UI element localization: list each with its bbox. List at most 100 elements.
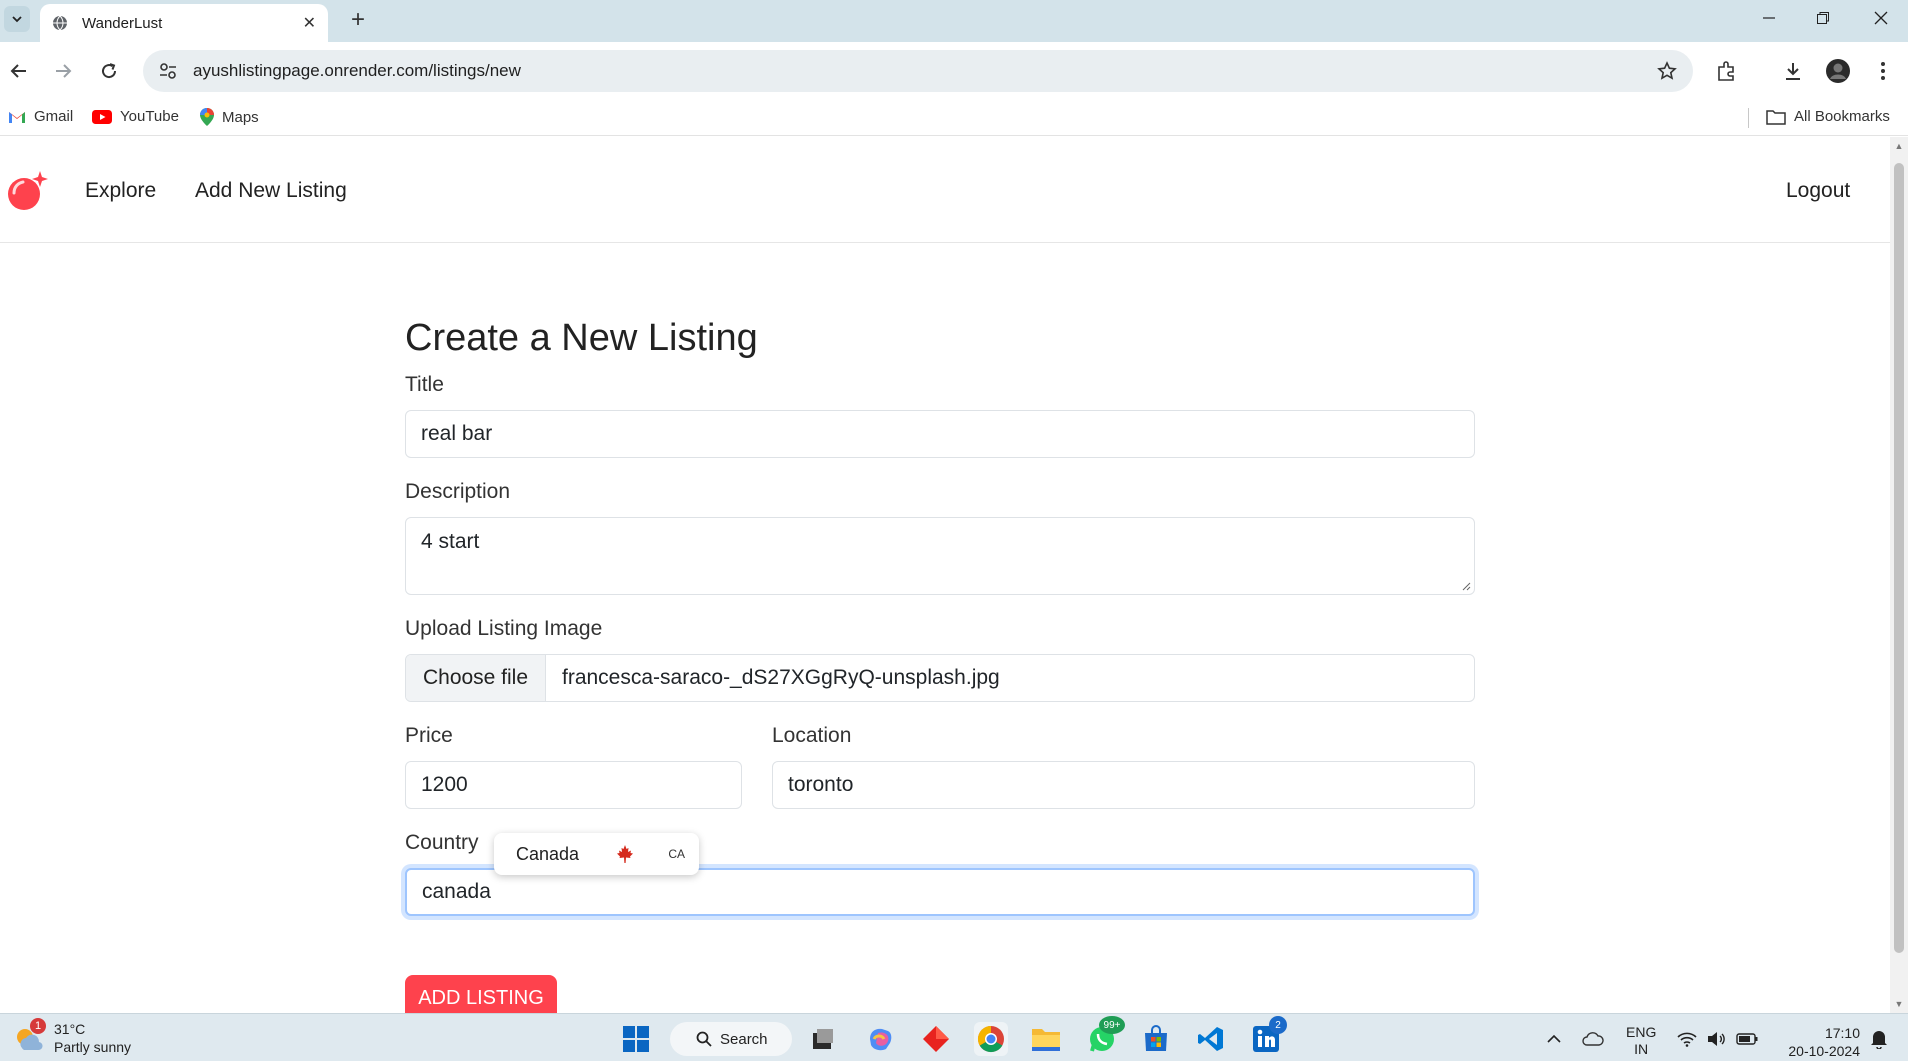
close-window-button[interactable]	[1854, 0, 1908, 36]
globe-icon	[53, 15, 67, 31]
task-view-icon	[813, 1029, 833, 1049]
title-input-value: real bar	[421, 422, 493, 445]
country-input[interactable]: canada	[405, 868, 1475, 916]
choose-file-button[interactable]: Choose file	[406, 655, 546, 701]
page-scrollbar[interactable]: ▲ ▼	[1890, 137, 1908, 1013]
all-bookmarks-label: All Bookmarks	[1794, 108, 1890, 125]
language-indicator[interactable]: ENG IN	[1626, 1024, 1656, 1058]
bookmarks-bar: Gmail YouTube Maps All Bookmarks	[0, 100, 1908, 136]
weather-widget[interactable]: 1 31°C Partly sunny	[12, 1018, 131, 1056]
battery-icon	[1736, 1033, 1758, 1045]
bookmark-youtube[interactable]: YouTube	[92, 108, 179, 125]
price-input[interactable]: 1200	[405, 761, 742, 809]
start-button[interactable]	[619, 1022, 653, 1056]
forward-button[interactable]	[46, 54, 80, 88]
vscode-icon	[1198, 1027, 1223, 1051]
site-settings-icon[interactable]	[157, 60, 179, 82]
task-view-button[interactable]	[806, 1022, 840, 1056]
location-input[interactable]: toronto	[772, 761, 1475, 809]
close-icon	[1874, 11, 1888, 25]
youtube-icon	[92, 109, 112, 124]
wifi-button[interactable]	[1670, 1022, 1704, 1056]
temperature: 31°C	[54, 1021, 86, 1037]
tab-search-button[interactable]	[4, 6, 30, 32]
clock[interactable]: 17:10 20-10-2024	[1778, 1024, 1860, 1060]
nav-explore-link[interactable]: Explore	[85, 179, 156, 203]
show-hidden-icons-button[interactable]	[1537, 1022, 1571, 1056]
nav-logout-link[interactable]: Logout	[1786, 179, 1850, 203]
chrome-button[interactable]	[974, 1022, 1008, 1056]
cloud-icon	[1582, 1032, 1604, 1046]
chevron-down-icon	[12, 16, 22, 23]
copilot-button[interactable]	[863, 1022, 897, 1056]
app-diamond-button[interactable]	[919, 1022, 953, 1056]
minimize-button[interactable]	[1742, 0, 1796, 36]
all-bookmarks-button[interactable]: All Bookmarks	[1766, 108, 1890, 125]
browser-menu-button[interactable]	[1866, 54, 1900, 88]
taskbar-search-label: Search	[720, 1030, 768, 1048]
bookmark-gmail[interactable]: Gmail	[8, 108, 73, 125]
reload-button[interactable]	[92, 54, 126, 88]
restore-button[interactable]	[1796, 0, 1850, 36]
restore-icon	[1817, 12, 1829, 24]
wifi-icon	[1677, 1032, 1697, 1047]
price-label: Price	[405, 724, 453, 747]
vscode-button[interactable]	[1194, 1022, 1228, 1056]
browser-tab[interactable]: WanderLust ✕	[40, 4, 328, 42]
title-input[interactable]: real bar	[405, 410, 1475, 458]
new-tab-button[interactable]: +	[344, 6, 372, 34]
speaker-icon	[1708, 1032, 1725, 1046]
bookmark-label: Maps	[222, 108, 259, 126]
scroll-down-icon[interactable]: ▼	[1894, 999, 1904, 1009]
region: IN	[1634, 1041, 1649, 1057]
store-button[interactable]	[1139, 1022, 1173, 1056]
volume-button[interactable]	[1700, 1022, 1734, 1056]
location-label: Location	[772, 724, 852, 747]
weather-badge: 1	[30, 1018, 46, 1034]
linkedin-button[interactable]: 2	[1249, 1016, 1287, 1056]
file-explorer-button[interactable]	[1029, 1022, 1063, 1056]
autocomplete-suggestion[interactable]: Canada CA	[494, 833, 699, 875]
maple-leaf-icon	[617, 845, 634, 863]
address-bar[interactable]: ayushlistingpage.onrender.com/listings/n…	[143, 50, 1693, 92]
location-value: toronto	[788, 773, 854, 796]
file-input[interactable]: Choose file francesca-saraco-_dS27XGgRyQ…	[405, 654, 1475, 702]
image-label: Upload Listing Image	[405, 617, 603, 640]
notifications-button[interactable]	[1862, 1022, 1896, 1056]
bookmark-maps[interactable]: Maps	[200, 108, 259, 126]
windows-taskbar: 1 31°C Partly sunny Search 99+ 2 ENG IN …	[0, 1013, 1908, 1061]
reload-icon	[102, 63, 117, 79]
windows-icon	[623, 1026, 649, 1052]
folder-icon	[1766, 109, 1786, 125]
store-icon	[1145, 1025, 1167, 1051]
description-textarea[interactable]: 4 start	[405, 517, 1475, 595]
url-text[interactable]: ayushlistingpage.onrender.com/listings/n…	[193, 61, 1657, 81]
chevron-up-icon	[1547, 1034, 1561, 1043]
profile-avatar[interactable]	[1821, 54, 1855, 88]
add-listing-button[interactable]: ADD LISTING	[405, 975, 557, 1013]
page-title: Create a New Listing	[405, 317, 758, 359]
close-tab-icon[interactable]: ✕	[303, 13, 316, 33]
downloads-button[interactable]	[1776, 54, 1810, 88]
battery-button[interactable]	[1730, 1022, 1764, 1056]
partly-sunny-icon: 1	[12, 1018, 46, 1054]
extensions-button[interactable]	[1710, 54, 1744, 88]
compass-logo-icon[interactable]	[4, 169, 48, 213]
bookmark-star-icon[interactable]	[1657, 61, 1677, 81]
scroll-up-icon[interactable]: ▲	[1894, 141, 1904, 151]
linkedin-badge: 2	[1269, 1016, 1287, 1034]
whatsapp-button[interactable]: 99+	[1085, 1016, 1125, 1056]
back-button[interactable]	[2, 54, 36, 88]
onedrive-button[interactable]	[1576, 1022, 1610, 1056]
avatar-icon	[1826, 59, 1850, 83]
browser-tab-bar: WanderLust ✕ +	[0, 0, 1908, 42]
search-icon	[696, 1031, 712, 1047]
resize-handle-icon[interactable]	[1461, 581, 1471, 591]
country-value: canada	[422, 880, 491, 903]
whatsapp-badge: 99+	[1099, 1016, 1125, 1034]
taskbar-search[interactable]: Search	[670, 1022, 792, 1056]
nav-add-listing-link[interactable]: Add New Listing	[195, 179, 347, 203]
scrollbar-thumb[interactable]	[1894, 163, 1904, 953]
bookmark-label: Gmail	[34, 108, 74, 125]
browser-toolbar: ayushlistingpage.onrender.com/listings/n…	[0, 42, 1908, 100]
